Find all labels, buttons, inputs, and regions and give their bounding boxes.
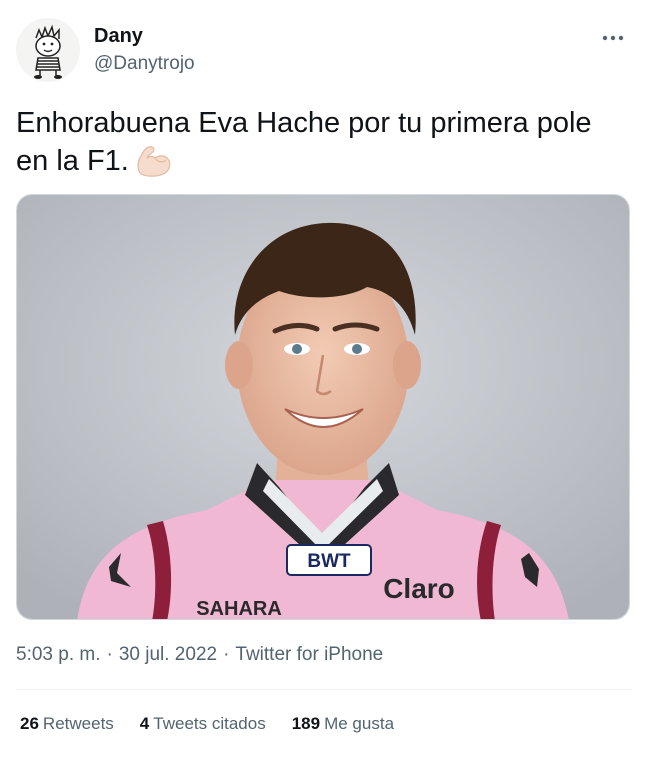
quote-tweets-label: Tweets citados [153, 714, 266, 733]
media-badge-sahara: SAHARA [196, 598, 282, 620]
flexed-biceps-emoji-icon [133, 144, 173, 188]
meta-separator: · [106, 644, 113, 665]
cartoon-boy-avatar-icon [16, 18, 80, 82]
avatar[interactable] [16, 18, 80, 82]
author-display-name[interactable]: Dany [94, 24, 195, 48]
likes-stat[interactable]: 189 Me gusta [292, 713, 394, 735]
divider [16, 689, 633, 690]
more-horizontal-icon [602, 35, 624, 41]
likes-count: 189 [291, 714, 321, 733]
tweet-text-line-2-text: en la F1. [16, 145, 129, 177]
driver-portrait-image: BWT Claro SAHARA [17, 195, 629, 620]
author-handle[interactable]: @Danytrojo [94, 52, 195, 76]
more-options-button[interactable] [599, 26, 627, 50]
tweet-meta: 5:03 p. m. · 30 jul. 2022 · Twitter for iPho… [16, 643, 383, 667]
tweet-media-photo[interactable]: BWT Claro SAHARA [16, 194, 630, 620]
likes-label: Me gusta [324, 714, 395, 733]
media-badge-claro: Claro [383, 573, 455, 604]
tweet-time[interactable]: 5:03 p. m. [16, 644, 101, 665]
media-badge-bwt: BWT [307, 551, 351, 572]
tweet-text-line-2: en la F1. [16, 142, 626, 188]
author-names: Dany @Danytrojo [94, 24, 195, 76]
tweet-source[interactable]: Twitter for iPhone [235, 644, 383, 665]
retweets-label: Retweets [42, 714, 114, 733]
retweets-count: 26 [20, 714, 39, 733]
tweet-card: Dany @Danytrojo Enhorabuena Eva Hache po… [0, 0, 645, 762]
meta-separator: · [223, 644, 230, 665]
tweet-header: Dany @Danytrojo [16, 18, 629, 82]
tweet-stats: 26 Retweets 4 Tweets citados 189 Me gusta [20, 713, 420, 735]
quote-tweets-count: 4 [139, 714, 150, 733]
retweets-stat[interactable]: 26 Retweets [20, 713, 114, 735]
tweet-text-line-1: Enhorabuena Eva Hache por tu primera pol… [16, 107, 592, 139]
tweet-date[interactable]: 30 jul. 2022 [119, 644, 217, 665]
quote-tweets-stat[interactable]: 4 Tweets citados [140, 713, 266, 735]
tweet-text: Enhorabuena Eva Hache por tu primera pol… [16, 104, 626, 188]
